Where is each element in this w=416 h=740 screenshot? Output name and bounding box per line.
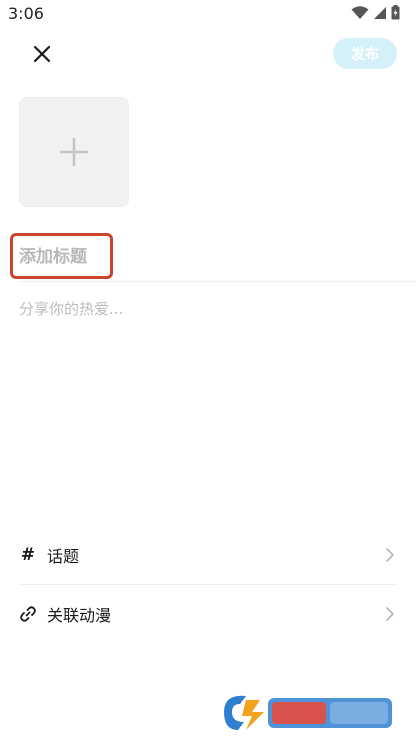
wifi-icon <box>351 5 369 19</box>
title-divider <box>19 281 416 282</box>
close-button[interactable] <box>28 40 56 68</box>
link-icon <box>20 606 36 622</box>
signal-icon <box>374 6 386 19</box>
add-image-button[interactable] <box>19 97 129 207</box>
status-time: 3:06 <box>8 4 44 23</box>
content-input[interactable] <box>19 298 399 498</box>
topic-label: 话题 <box>47 547 80 566</box>
related-anime-row[interactable]: 关联动漫 <box>0 585 416 643</box>
battery-icon <box>391 5 400 20</box>
title-input[interactable] <box>19 244 399 270</box>
related-anime-label: 关联动漫 <box>47 606 112 625</box>
status-bar: 3:06 <box>0 0 416 28</box>
watermark-logo <box>224 695 392 730</box>
hash-icon: # <box>20 545 36 565</box>
close-icon <box>33 45 51 63</box>
chevron-right-icon <box>386 607 394 621</box>
status-icons <box>351 5 400 20</box>
publish-button[interactable]: 发布 <box>333 38 397 69</box>
topic-row[interactable]: # 话题 <box>0 526 416 584</box>
plus-icon <box>59 137 89 167</box>
chevron-right-icon <box>386 548 394 562</box>
